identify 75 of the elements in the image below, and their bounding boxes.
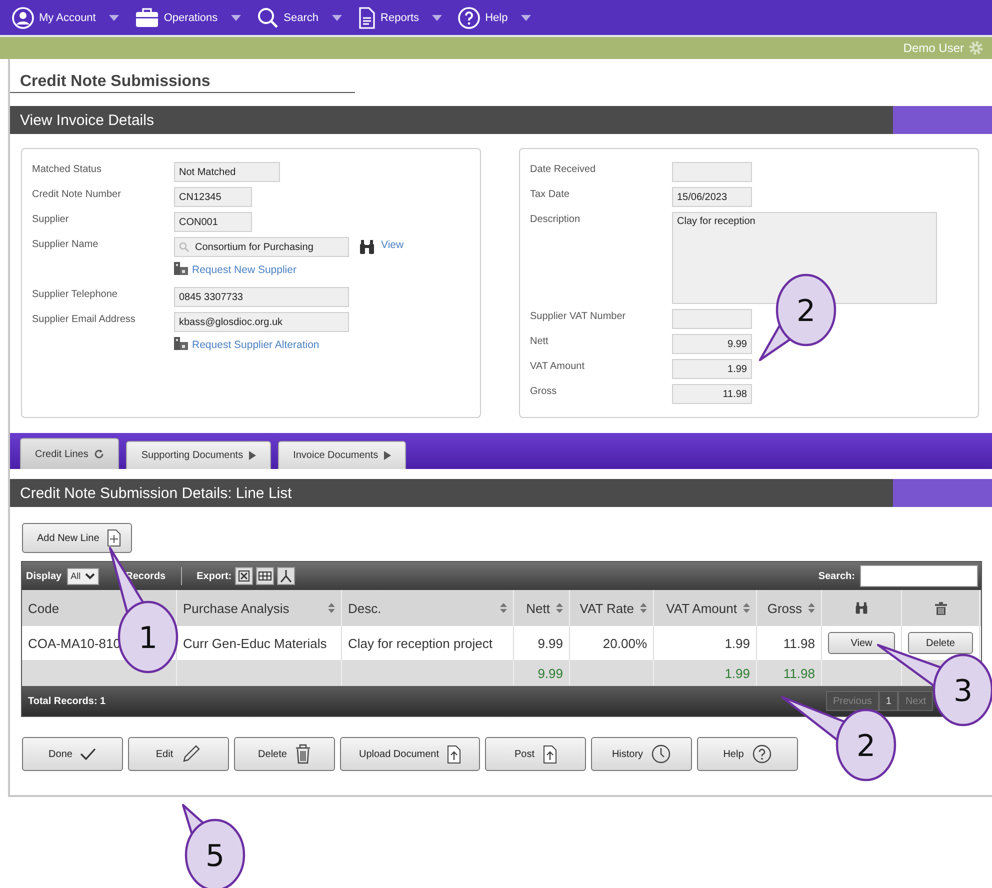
input-field[interactable]: kbass@glosdioc.org.uk [174, 312, 349, 332]
column-header[interactable]: Desc. [348, 600, 382, 616]
table-cell: Clay for reception project [348, 636, 493, 650]
total-records: Total Records: 1 [28, 696, 106, 706]
column-header[interactable]: VAT Amount [666, 600, 737, 616]
menu-item[interactable]: Help [485, 12, 508, 24]
table-cell: 1.99 [724, 636, 750, 650]
input-field[interactable]: Consortium for Purchasing [174, 237, 349, 257]
column-header[interactable]: Code [28, 600, 60, 616]
field-label: Date Received [530, 163, 597, 175]
menu-item[interactable]: Operations [164, 12, 218, 24]
tab[interactable]: Supporting Documents [126, 441, 272, 469]
callout-number: 5 [205, 839, 225, 874]
field-label: Supplier VAT Number [530, 310, 627, 322]
input-field[interactable]: CON001 [174, 212, 252, 232]
field-label: Supplier Name [32, 238, 100, 250]
field-label: Description [530, 213, 582, 225]
field-label: Matched Status [32, 163, 102, 175]
table-cell: Curr Gen-Educ Materials [183, 636, 327, 650]
action-button[interactable]: History [591, 737, 692, 771]
input-field[interactable]: Not Matched [174, 162, 280, 182]
table-cell: 20.00% [602, 636, 647, 650]
action-button[interactable]: Help [697, 737, 798, 771]
action-button[interactable]: Done [22, 737, 123, 771]
table-cell: COA-MA10-810 [28, 636, 120, 650]
page-size-dropdown[interactable]: All [66, 568, 99, 584]
callout-number: 2 [856, 729, 876, 764]
export-label: Export: [196, 570, 232, 582]
field-label: Supplier Telephone [32, 288, 118, 300]
table-cell: 9.99 [538, 636, 563, 650]
field-label: Supplier [32, 213, 70, 225]
link[interactable]: Request New Supplier [192, 262, 296, 276]
column-header[interactable]: Gross [767, 600, 802, 616]
pager-button[interactable]: 1 [878, 691, 898, 711]
callout-number: 3 [953, 674, 973, 709]
display-label: Display [26, 570, 62, 582]
field-label: Gross [530, 385, 558, 397]
field-label: Credit Note Number [32, 188, 122, 200]
view-button[interactable]: View [828, 632, 895, 654]
input-field[interactable]: CN12345 [174, 187, 252, 207]
menu-item[interactable]: Search [284, 12, 319, 24]
search-label: Search: [818, 570, 855, 582]
section-title: View Invoice Details [19, 112, 155, 128]
action-button[interactable]: Edit [128, 737, 229, 771]
menu-item[interactable]: My Account [39, 12, 96, 24]
input-field[interactable]: 1.99 [672, 359, 752, 379]
field-label: Tax Date [530, 188, 570, 200]
total-cell: 1.99 [724, 666, 750, 680]
action-button[interactable]: Upload Document [340, 737, 480, 771]
field-label: Supplier Email Address [32, 313, 136, 325]
records-label: Records [126, 570, 166, 582]
total-cell: 9.99 [538, 666, 563, 680]
delete-button[interactable]: Delete [908, 632, 973, 654]
column-header[interactable]: VAT Rate [580, 600, 634, 616]
column-header[interactable]: Purchase Analysis [183, 600, 290, 616]
page-title: Credit Note Submissions [20, 73, 210, 90]
input-field[interactable]: 0845 3307733 [174, 287, 349, 307]
column-header[interactable]: Nett [526, 600, 550, 616]
section-title: Credit Note Submission Details: Line List [19, 484, 293, 502]
input-field[interactable]: 9.99 [672, 334, 752, 354]
callout-number: 1 [138, 621, 158, 656]
tab[interactable]: Invoice Documents [278, 441, 406, 469]
action-button[interactable]: Post [485, 737, 586, 771]
add-line-button[interactable]: Add New Line [22, 523, 132, 553]
total-cell: 11.98 [783, 666, 815, 680]
view-link[interactable]: View [381, 237, 404, 251]
input-field[interactable]: 11.98 [672, 384, 752, 404]
menu-item[interactable]: Reports [380, 12, 420, 24]
input-field[interactable]: 15/06/2023 [672, 187, 752, 207]
action-button[interactable]: Delete [234, 737, 335, 771]
tab[interactable]: Credit Lines [20, 438, 120, 469]
table-cell: 11.98 [783, 636, 815, 650]
field-label: VAT Amount [530, 360, 586, 372]
link[interactable]: Request Supplier Alteration [192, 337, 320, 351]
field-label: Nett [530, 335, 550, 347]
